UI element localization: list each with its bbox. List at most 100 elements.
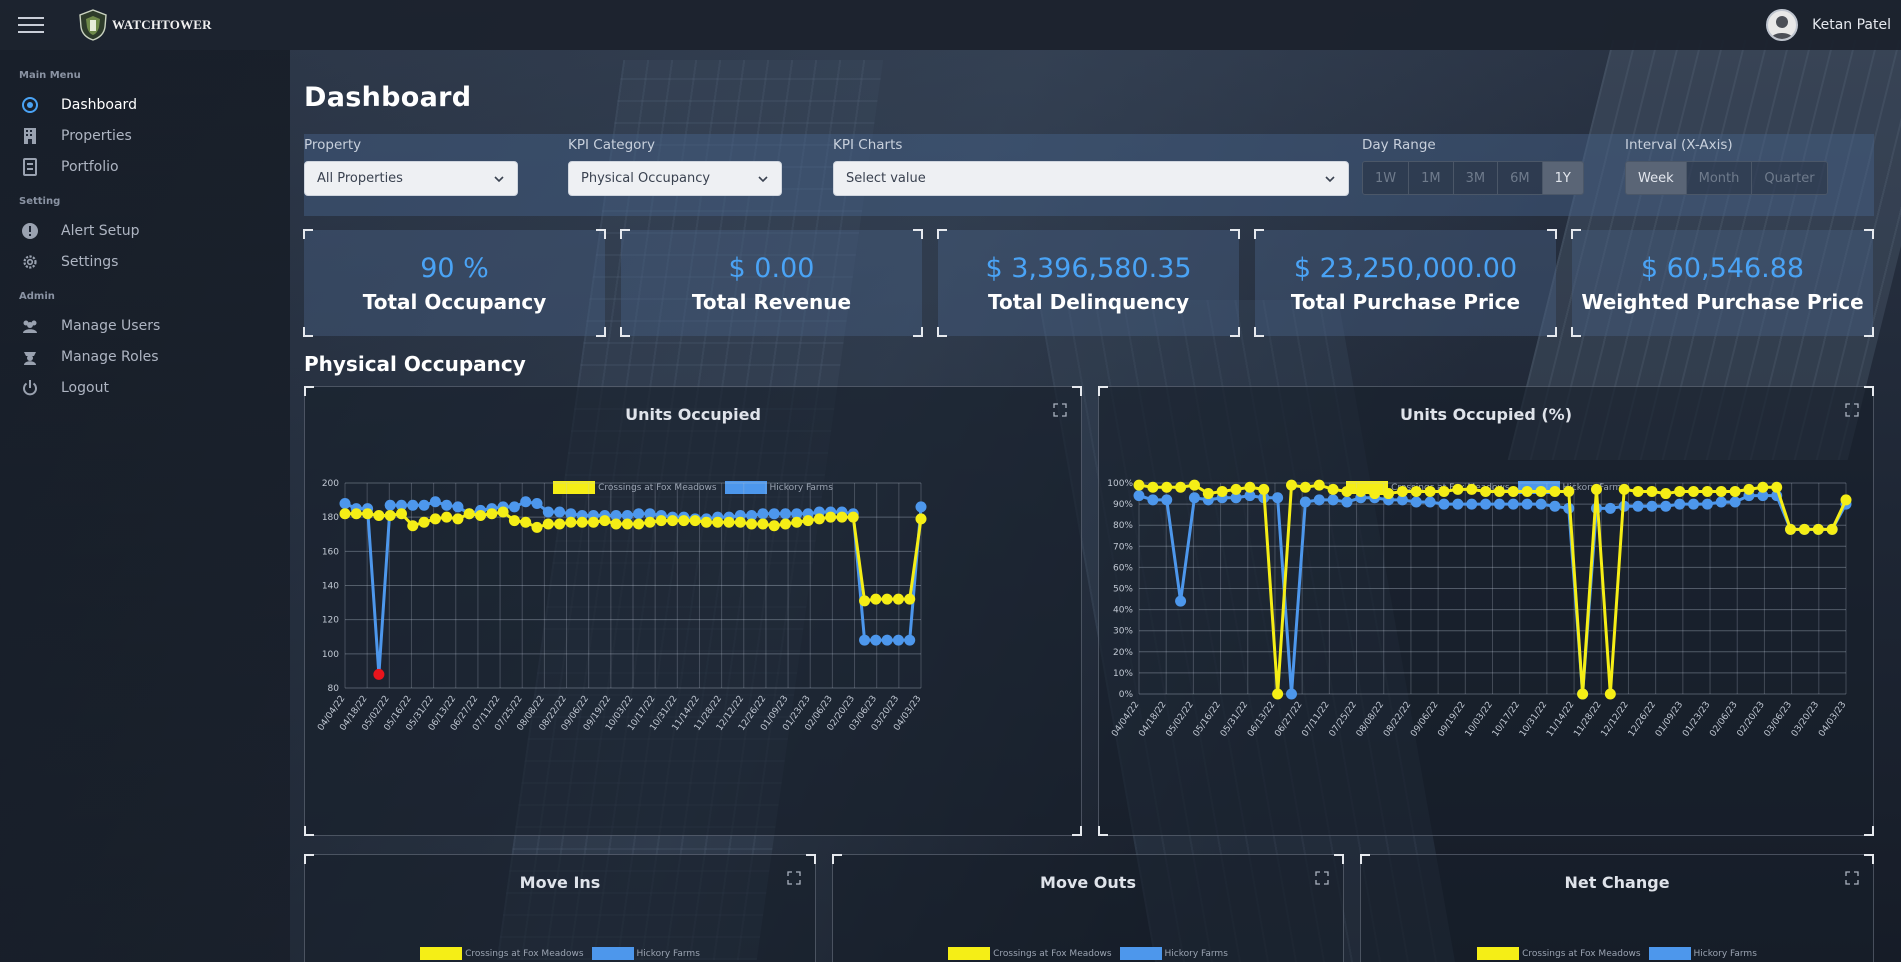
interval-quarter-button[interactable]: Quarter (1752, 162, 1827, 194)
day-range-3m-button[interactable]: 3M (1453, 162, 1499, 194)
chart-legend: Crossings at Fox Meadows Hickory Farms (1361, 947, 1873, 960)
legend-item[interactable]: Crossings at Fox Meadows (948, 947, 1112, 960)
legend-item[interactable]: Hickory Farms (591, 947, 700, 960)
data-point (813, 513, 825, 525)
data-point (1701, 485, 1713, 497)
kpi-category-filter: KPI Category Physical Occupancy (568, 134, 782, 196)
data-point (1604, 688, 1616, 700)
interval-week-button[interactable]: Week (1626, 162, 1687, 194)
data-point (791, 516, 803, 528)
data-point (892, 593, 904, 605)
data-point (1188, 492, 1200, 504)
legend-item[interactable]: Crossings at Fox Meadows (420, 947, 584, 960)
legend-label: Hickory Farms (636, 948, 700, 959)
sidebar-item-manage-roles[interactable]: Manage Roles (0, 341, 290, 372)
data-point (1147, 494, 1159, 506)
day-range-6m-button[interactable]: 6M (1498, 162, 1543, 194)
data-point (825, 511, 837, 523)
net-change-chart: Net Change Crossings at Fox Meadows Hick… (1360, 854, 1874, 962)
chart-plot: 8010012014016018020004/04/2204/18/2205/0… (316, 479, 927, 733)
data-point (1230, 483, 1242, 495)
data-point (904, 593, 916, 605)
property-select-value: All Properties (317, 171, 403, 186)
avatar[interactable] (1766, 9, 1799, 41)
expand-icon[interactable] (1845, 871, 1859, 885)
data-point (362, 508, 374, 520)
property-select[interactable]: All Properties (304, 161, 518, 196)
data-point (1507, 498, 1519, 510)
interval-month-button[interactable]: Month (1686, 162, 1753, 194)
data-point (1590, 483, 1602, 495)
user-name[interactable]: Ketan Patel (1812, 17, 1891, 33)
data-point (1327, 494, 1339, 506)
y-tick-label: 90% (1113, 500, 1133, 510)
property-filter: Property All Properties (304, 134, 518, 196)
day-range-1m-button[interactable]: 1M (1409, 162, 1454, 194)
data-point (1410, 485, 1422, 497)
sidebar-item-alert-setup[interactable]: Alert Setup (0, 215, 290, 246)
data-point (384, 499, 396, 511)
legend-item[interactable]: Hickory Farms (1648, 947, 1757, 960)
data-point (881, 593, 893, 605)
data-point (554, 518, 566, 530)
data-point (599, 515, 611, 527)
data-point (667, 515, 679, 527)
data-point (1729, 485, 1741, 497)
kpi-card-total-revenue: $ 0.00 Total Revenue (620, 229, 923, 337)
sidebar-item-dashboard[interactable]: Dashboard (0, 89, 290, 120)
chart-legend: Crossings at Fox Meadows Hickory Farms (833, 947, 1343, 960)
data-point (768, 520, 780, 532)
kpi-charts-select[interactable]: Select value (833, 161, 1349, 196)
kpi-card-total-delinquency: $ 3,396,580.35 Total Delinquency (937, 229, 1240, 337)
data-point (1341, 485, 1353, 497)
building-icon (20, 126, 40, 146)
kpi-category-label: KPI Category (568, 137, 655, 153)
expand-icon[interactable] (787, 871, 801, 885)
data-point (1272, 492, 1284, 504)
data-point (1493, 485, 1505, 497)
day-range-1y-button[interactable]: 1Y (1542, 162, 1583, 194)
expand-icon[interactable] (1315, 871, 1329, 885)
data-point (904, 634, 916, 646)
sidebar-item-label: Manage Users (61, 317, 161, 334)
data-point (1299, 481, 1311, 493)
data-point (497, 506, 509, 518)
data-point (475, 509, 487, 521)
data-point (1701, 498, 1713, 510)
move-ins-chart: Move Ins Crossings at Fox Meadows Hickor… (304, 854, 816, 962)
menu-toggle-icon[interactable] (18, 17, 44, 33)
chart-plot: 0%10%20%30%40%50%60%70%80%90%100%04/04/2… (1107, 479, 1852, 739)
data-point (1341, 496, 1353, 508)
data-point (1840, 494, 1852, 506)
data-point (1521, 485, 1533, 497)
data-point (1549, 500, 1561, 512)
data-point (1438, 498, 1450, 510)
dashboard-icon (20, 95, 40, 115)
users-icon (20, 316, 40, 336)
app-logo[interactable]: WATCHTOWER (78, 9, 212, 41)
data-point (1618, 483, 1630, 495)
kpi-category-select[interactable]: Physical Occupancy (568, 161, 782, 196)
legend-swatch (948, 947, 991, 960)
data-point (870, 634, 882, 646)
data-point (542, 506, 554, 518)
sidebar-item-properties[interactable]: Properties (0, 120, 290, 151)
power-icon (20, 378, 40, 398)
data-point (915, 501, 927, 513)
legend-item[interactable]: Crossings at Fox Meadows (1477, 947, 1641, 960)
user-menu[interactable]: Ketan Patel (1766, 9, 1891, 41)
sidebar-item-portfolio[interactable]: Portfolio (0, 151, 290, 182)
data-point (1535, 485, 1547, 497)
chevron-down-icon (1325, 175, 1335, 182)
sidebar-item-settings[interactable]: Settings (0, 246, 290, 277)
day-range-1w-button[interactable]: 1W (1363, 162, 1410, 194)
data-point (1563, 485, 1575, 497)
legend-item[interactable]: Hickory Farms (1119, 947, 1228, 960)
interval-buttons: Week Month Quarter (1625, 161, 1828, 195)
data-point (1244, 481, 1256, 493)
sidebar: Main Menu Dashboard Properties Portfolio… (0, 50, 290, 962)
sidebar-item-logout[interactable]: Logout (0, 372, 290, 403)
sidebar-item-manage-users[interactable]: Manage Users (0, 310, 290, 341)
y-tick-label: 200 (322, 479, 339, 489)
data-point (700, 516, 712, 528)
